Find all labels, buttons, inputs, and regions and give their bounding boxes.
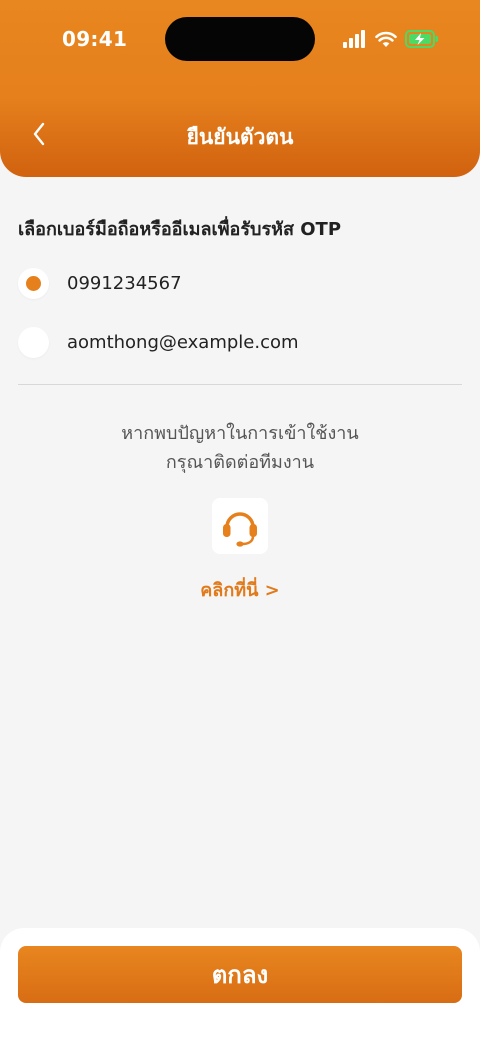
radio-button-selected[interactable]	[18, 267, 49, 299]
otp-verification-screen: 09:41 ยืนยันตัวตน เลือกเบอร์มือถือหรืออี…	[0, 0, 480, 1044]
radio-dot	[26, 275, 41, 291]
otp-option-phone[interactable]: 0991234567	[18, 265, 462, 301]
otp-option-label: 0991234567	[67, 272, 182, 294]
otp-section-title: เลือกเบอร์มือถือหรืออีเมลเพื่อรับรหัส OT…	[18, 219, 342, 240]
help-text-line2: กรุณาติดต่อทีมงาน	[165, 452, 315, 473]
battery-charging-icon	[405, 30, 438, 48]
signal-icon	[343, 30, 365, 48]
confirm-button[interactable]: ตกลง	[18, 946, 462, 1003]
divider	[18, 384, 462, 385]
otp-option-label: aomthong@example.com	[67, 331, 299, 353]
headset-icon	[223, 512, 257, 547]
status-time: 09:41	[62, 27, 128, 51]
otp-option-email[interactable]: aomthong@example.com	[18, 324, 462, 360]
radio-button-unselected[interactable]	[18, 326, 49, 358]
help-text-line1: หากพบปัญหาในการเข้าใช้งาน	[121, 423, 359, 444]
support-contact-button[interactable]	[212, 498, 268, 554]
dynamic-island	[165, 17, 315, 61]
wifi-icon	[375, 31, 397, 47]
header-bar: 09:41 ยืนยันตัวตน	[0, 0, 480, 177]
page-title: ยืนยันตัวตน	[186, 125, 294, 149]
contact-support-link[interactable]: คลิกที่นี่ >	[0, 575, 480, 604]
